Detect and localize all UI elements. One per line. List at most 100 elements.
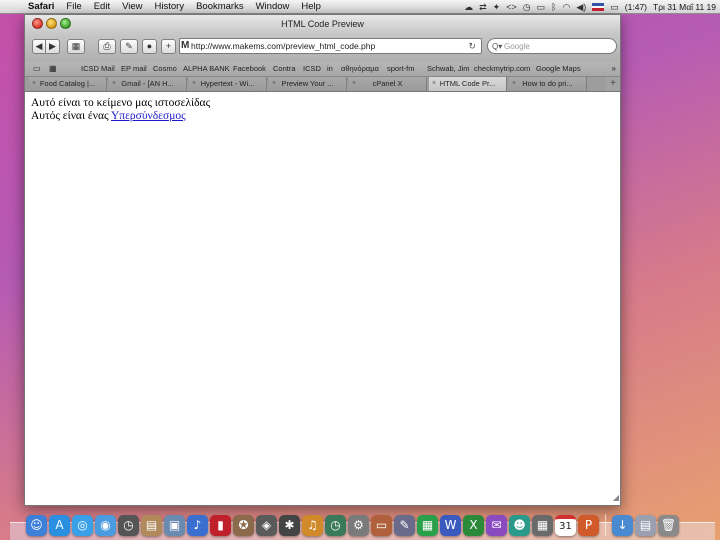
resize-grip-icon[interactable]: ◢ [613,491,619,504]
more-bookmarks-icon[interactable]: » [612,61,616,76]
tab-close-icon[interactable]: × [32,77,36,91]
minimize-button[interactable] [46,18,57,29]
textedit-icon[interactable]: ✎ [394,515,415,536]
bookmark-item[interactable]: Cosmo [153,61,177,76]
battery-icon[interactable]: ▭ [610,2,619,13]
edit-button[interactable]: ✎ [120,39,138,54]
preview-icon[interactable]: ▭ [371,515,392,536]
search-icon[interactable]: Q▾ [492,39,502,54]
photo-booth-icon[interactable]: ▮ [210,515,231,536]
entourage-icon[interactable]: ✉ [486,515,507,536]
tab-label: Gmail - [AN H... [121,79,174,88]
menu-app-name[interactable]: Safari [22,1,60,12]
back-button[interactable]: ◀ [32,39,46,54]
documents-icon[interactable]: ▤ [635,515,656,536]
tab[interactable]: × Preview Your ... [269,77,347,91]
bookmark-item[interactable]: sport-fm [387,61,415,76]
volume-icon[interactable]: ◀) [576,2,586,13]
bookmark-item[interactable]: Facebook [233,61,266,76]
iphoto-icon[interactable]: ▣ [164,515,185,536]
bookmark-item[interactable]: αθηνόραμα [341,61,379,76]
bookmark-item[interactable]: ALPHA BANK [183,61,230,76]
search-input[interactable]: Q▾ Google [487,38,617,54]
tab[interactable]: × cPanel X [349,77,427,91]
menu-file[interactable]: File [60,1,87,12]
url-text[interactable]: http://www.makems.com/preview_html_code.… [191,41,375,51]
tab[interactable]: × Hypertext - Wi... [189,77,267,91]
imovie-icon[interactable]: ✱ [279,515,300,536]
wifi-icon[interactable]: ◠ [563,2,571,13]
shield-button[interactable]: ● [142,39,157,54]
iweb-icon[interactable]: ✪ [233,515,254,536]
tab-close-icon[interactable]: × [512,77,516,91]
menu-edit[interactable]: Edit [88,1,116,12]
menu-view[interactable]: View [116,1,148,12]
downloads-icon[interactable]: ↓ [612,515,633,536]
menu-bookmarks[interactable]: Bookmarks [190,1,250,12]
forward-button[interactable]: ▶ [46,39,60,54]
menu-extra-script-icon[interactable]: ✦ [493,2,501,13]
excel-icon[interactable]: X [463,515,484,536]
menu-help[interactable]: Help [295,1,327,12]
contacts-icon[interactable]: ▤ [141,515,162,536]
garageband-icon[interactable]: ♫ [302,515,323,536]
ical-icon[interactable]: 31 [555,515,576,536]
word-icon[interactable]: W [440,515,461,536]
tab-close-icon[interactable]: × [272,77,276,91]
tab-close-icon[interactable]: × [112,77,116,91]
dock-separator [605,514,606,536]
system-preferences-icon[interactable]: ⚙ [348,515,369,536]
tab[interactable]: × Gmail - [AN H... [109,77,187,91]
time-machine-restore-icon[interactable]: ◷ [325,515,346,536]
itunes-icon[interactable]: ♪ [187,515,208,536]
menu-history[interactable]: History [149,1,191,12]
tab-active[interactable]: × HTML Code Pr... [429,77,507,91]
numbers-icon[interactable]: ▦ [417,515,438,536]
bookmark-item[interactable]: EP mail [121,61,147,76]
trash-icon[interactable]: 🗑 [658,515,679,536]
new-tab-button[interactable]: + [606,77,620,91]
hyperlink[interactable]: Υπερσύνδεσμος [111,110,186,122]
menu-extra-code-icon[interactable]: <> [506,2,517,12]
tab[interactable]: × How to do pri... [509,77,587,91]
safari-icon[interactable]: ◎ [72,515,93,536]
tab-close-icon[interactable]: × [192,77,196,91]
zoom-button[interactable] [60,18,71,29]
time-machine-menu-icon[interactable]: ◷ [523,2,531,13]
address-bar[interactable]: M http://www.makems.com/preview_html_cod… [179,38,482,54]
powerpoint-icon[interactable]: P [578,515,599,536]
battery-time[interactable]: (1:47) [625,2,647,12]
add-bookmark-button[interactable]: + [161,39,176,54]
app-store-icon[interactable]: A [49,515,70,536]
tab[interactable]: × Food Catalog |... [29,77,107,91]
clock[interactable]: Τρι 31 Μαΐ 11 19 [653,2,716,12]
print-button[interactable]: ⎙ [98,39,116,54]
top-sites-button[interactable]: ▦ [67,39,85,54]
messenger-icon[interactable]: ☻ [509,515,530,536]
tab-close-icon[interactable]: × [432,77,436,91]
reading-list-icon[interactable]: ▭ [33,61,41,76]
bookmark-item[interactable]: Schwab, Jim [427,61,470,76]
input-flag-icon[interactable] [592,3,605,11]
bluetooth-icon[interactable]: ᛒ [551,2,556,12]
ichat-icon[interactable]: ◉ [95,515,116,536]
time-machine-icon[interactable]: ◷ [118,515,139,536]
tab-close-icon[interactable]: × [352,77,356,91]
bookmark-item[interactable]: ICSD Mail [81,61,115,76]
bookmark-item[interactable]: checkmytrip.com [474,61,530,76]
menu-extra-sync-icon[interactable]: ⇄ [479,2,487,13]
menu-extra-cloud-icon[interactable]: ☁ [464,2,473,13]
bookmark-item[interactable]: Contra [273,61,296,76]
calculator-icon[interactable]: ▦ [532,515,553,536]
bookmark-item[interactable]: ICSD [303,61,321,76]
bookmark-item[interactable]: Google Maps [536,61,581,76]
title-bar[interactable]: HTML Code Preview [25,15,620,33]
reload-icon[interactable]: ↻ [468,39,476,53]
close-button[interactable] [32,18,43,29]
finder-icon[interactable]: ☺ [26,515,47,536]
bookmark-item[interactable]: in [327,61,333,76]
menu-window[interactable]: Window [250,1,296,12]
show-all-bookmarks-icon[interactable]: ▦ [49,61,57,76]
iphoto-camera-icon[interactable]: ◈ [256,515,277,536]
display-menu-icon[interactable]: ▭ [537,2,546,13]
